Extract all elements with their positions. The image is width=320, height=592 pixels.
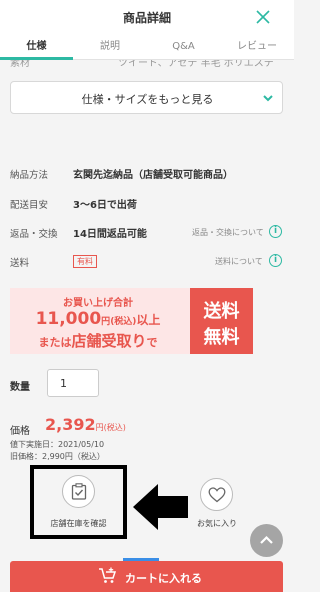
add-to-cart-button[interactable]: カートに入れる — [10, 561, 283, 592]
info-returns: 返品・交換 14日間返品可能 返品・交換について i — [0, 222, 294, 242]
free-line2: 無料 — [203, 327, 240, 348]
scroll-to-top-button[interactable] — [250, 524, 283, 557]
price-value-line: 2,392円(税込) — [45, 415, 126, 434]
chevron-down-icon — [263, 95, 273, 102]
quantity-field[interactable] — [48, 370, 98, 396]
quantity-field-wrap — [47, 369, 99, 397]
banner-line3-bold: 店舗受取り — [71, 332, 147, 350]
info-label: 送料 — [10, 258, 30, 269]
header: 商品詳細 — [0, 0, 294, 34]
info-value: 3〜6日で出荷 — [73, 200, 137, 211]
cart-plus-icon — [99, 567, 117, 583]
info-shipping: 送料 有料 送料について i — [0, 251, 294, 271]
banner-line1: お買い上げ合計 — [63, 298, 133, 309]
spec-row-cut: 素材 ツイード、アセテ 羊毛 ポリエステ — [0, 60, 294, 70]
chevron-up-icon — [260, 535, 273, 544]
page-title: 商品詳細 — [122, 11, 171, 25]
banner-unit: 円 — [101, 317, 111, 327]
favorite-icon-circle — [200, 478, 233, 511]
info-label: 納品方法 — [10, 170, 49, 181]
quantity-label: 数量 — [10, 382, 30, 393]
more-specs-button[interactable]: 仕様・サイズをもっと見る — [10, 81, 283, 114]
shipping-info-link[interactable]: 送料について — [215, 256, 263, 267]
free-shipping-banner: お買い上げ合計 11,000円(税込)以上 または店舗受取りで 送料 無料 — [10, 288, 253, 354]
add-to-cart-label: カートに入れる — [125, 572, 202, 585]
tab-qa[interactable]: Q&A — [147, 34, 220, 60]
close-icon[interactable] — [254, 8, 272, 26]
arrow-left-icon — [133, 484, 188, 530]
store-stock-icon-circle — [62, 475, 95, 508]
returns-info-link[interactable]: 返品・交換について — [192, 227, 264, 238]
price-label: 価格 — [10, 426, 30, 437]
tab-description[interactable]: 説明 — [73, 34, 147, 60]
old-price: 旧価格：2,990円（税込） — [10, 452, 105, 461]
free-line1: 送料 — [203, 301, 240, 322]
info-value: 玄関先迄納品（店舗受取可能商品） — [73, 170, 233, 181]
info-icon[interactable]: i — [269, 254, 282, 267]
more-specs-label: 仕様・サイズをもっと見る — [81, 93, 214, 106]
store-stock-button[interactable]: 店舗在庫を確認 — [30, 465, 127, 539]
info-label: 返品・交換 — [10, 229, 58, 240]
info-value: 14日間返品可能 — [73, 229, 147, 240]
price-value: 2,392 — [45, 415, 96, 434]
banner-tax: (税込) — [110, 317, 137, 327]
spec-row-value: ツイード、アセテ 羊毛 ポリエステ — [118, 60, 274, 69]
banner-suffix: 以上 — [136, 313, 161, 327]
info-delivery-estimate: 配送目安 3〜6日で出荷 — [0, 193, 294, 213]
info-label: 配送目安 — [10, 200, 49, 211]
clipboard-check-icon — [71, 483, 87, 500]
info-delivery-method: 納品方法 玄関先迄納品（店舗受取可能商品） — [0, 163, 294, 183]
banner-line3: または店舗受取りで — [10, 330, 186, 351]
favorite-button[interactable]: お気に入り — [188, 478, 246, 538]
banner-amount-line: 11,000円(税込)以上 — [10, 309, 186, 329]
favorite-label: お気に入り — [197, 519, 237, 528]
price-unit: 円(税込) — [95, 423, 126, 432]
info-icon[interactable]: i — [269, 225, 282, 238]
spec-row-label: 素材 — [10, 60, 30, 69]
tab-reviews[interactable]: レビュー — [220, 34, 294, 60]
banner-amount: 11,000 — [35, 309, 102, 329]
price-reduced-date: 値下実施日：2021/05/10 — [10, 440, 105, 449]
free-shipping-box: 送料 無料 — [190, 288, 253, 354]
tab-bar: 仕様 説明 Q&A レビュー — [0, 34, 294, 60]
store-stock-label: 店舗在庫を確認 — [50, 519, 107, 528]
banner-line3-post: で — [146, 336, 158, 349]
heart-icon — [208, 487, 226, 503]
banner-line3-pre: または — [38, 336, 72, 349]
paid-badge: 有料 — [73, 255, 97, 268]
